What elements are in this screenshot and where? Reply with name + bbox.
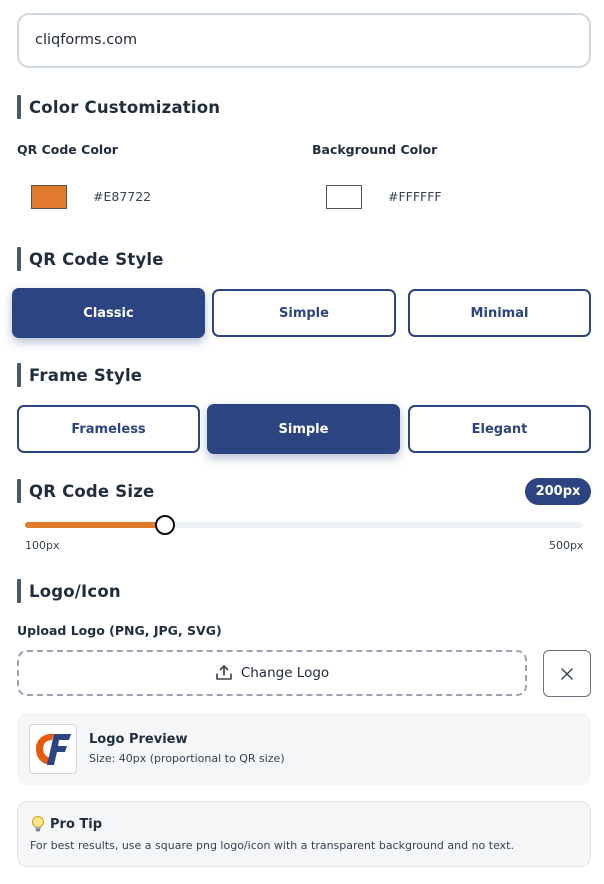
- section-accent-bar: [17, 247, 21, 271]
- section-accent-bar: [17, 95, 21, 119]
- lightbulb-icon: [32, 816, 44, 832]
- change-logo-label: Change Logo: [240, 665, 330, 681]
- qr-size-min-label: 100px: [25, 539, 60, 552]
- logo-preview-image: [29, 724, 77, 774]
- qr-size-max-label: 500px: [549, 539, 584, 552]
- pro-tip-card: [17, 801, 591, 867]
- logo-preview-title: Logo Preview: [89, 732, 188, 747]
- qr-style-minimal-button[interactable]: Minimal: [408, 289, 591, 337]
- pro-tip-title: Pro Tip: [50, 816, 103, 832]
- url-input[interactable]: cliqforms.com: [17, 13, 591, 68]
- close-icon: [561, 667, 573, 680]
- pro-tip-text: For best results, use a square png logo/…: [30, 839, 514, 852]
- section-title: QR Code Style: [29, 249, 164, 269]
- qr-style-simple-button[interactable]: Simple: [212, 289, 396, 337]
- section-title: Color Customization: [29, 97, 221, 117]
- qr-size-header: QR Code Size: [17, 479, 154, 503]
- logo-preview-size: Size: 40px (proportional to QR size): [89, 752, 285, 765]
- qr-color-swatch[interactable]: [31, 185, 67, 209]
- background-color-label: Background Color: [312, 142, 438, 157]
- logo-icon-header: Logo/Icon: [17, 579, 121, 603]
- qr-size-value-badge: 200px: [525, 478, 591, 505]
- background-color-hex[interactable]: #FFFFFF: [388, 189, 442, 204]
- frame-style-simple-button[interactable]: Simple: [207, 404, 400, 454]
- section-accent-bar: [17, 579, 21, 603]
- cliqforms-logo-icon: [36, 733, 71, 765]
- background-color-swatch[interactable]: [326, 185, 362, 209]
- section-title: Frame Style: [29, 365, 143, 385]
- upload-icon: [216, 665, 232, 680]
- qr-color-hex[interactable]: #E87722: [93, 189, 151, 204]
- frame-style-frameless-button[interactable]: Frameless: [17, 405, 200, 453]
- remove-logo-button[interactable]: [543, 650, 591, 697]
- logo-preview-card: [17, 713, 591, 785]
- color-customization-header: Color Customization: [17, 95, 220, 119]
- section-title: QR Code Size: [29, 481, 155, 501]
- upload-logo-label: Upload Logo (PNG, JPG, SVG): [17, 623, 222, 638]
- qr-style-classic-button[interactable]: Classic: [12, 288, 205, 338]
- qr-size-slider-fill: [25, 522, 165, 528]
- qr-size-slider-thumb[interactable]: [154, 515, 175, 535]
- section-accent-bar: [17, 363, 21, 387]
- section-title: Logo/Icon: [29, 581, 121, 601]
- qr-style-header: QR Code Style: [17, 247, 164, 271]
- frame-style-header: Frame Style: [17, 363, 142, 387]
- qr-color-label: QR Code Color: [17, 142, 118, 157]
- pro-tip-heading: Pro Tip: [30, 815, 102, 833]
- change-logo-button[interactable]: Change Logo: [17, 650, 527, 696]
- frame-style-elegant-button[interactable]: Elegant: [408, 405, 591, 453]
- section-accent-bar: [17, 479, 21, 503]
